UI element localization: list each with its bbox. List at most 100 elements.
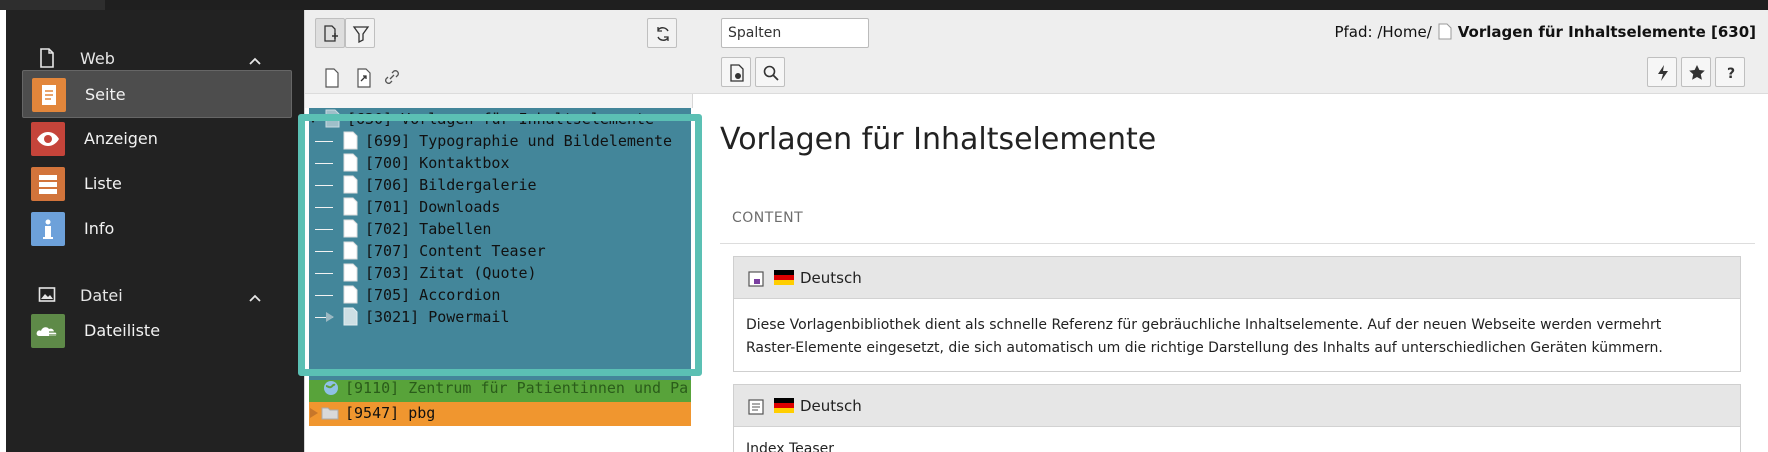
tree-line: [315, 141, 333, 142]
page-icon: [343, 153, 358, 172]
module-item-label: Anzeigen: [84, 129, 158, 148]
tree-node[interactable]: [705] Accordion: [305, 284, 694, 308]
page-icon: [343, 175, 358, 194]
refresh-button[interactable]: [647, 18, 677, 48]
tree-node-label: [9547] pbg: [345, 404, 436, 422]
tree-node[interactable]: [706] Bildergalerie: [305, 174, 694, 198]
language-label: Deutsch: [800, 397, 862, 415]
filter-button[interactable]: [345, 18, 375, 48]
tree-node: [9547] pbg: [309, 402, 689, 426]
page-icon: [343, 197, 358, 216]
top-bar: [0, 0, 1768, 10]
tree-node-label: [9110] Zentrum für Patientinnen und Pa: [345, 379, 687, 397]
tree-toolbar: [305, 10, 694, 94]
search-button[interactable]: [755, 57, 785, 87]
folder-icon: [321, 406, 339, 425]
breadcrumb-current[interactable]: Vorlagen für Inhaltselemente [630]: [1458, 23, 1756, 41]
module-item-seite[interactable]: Seite: [22, 70, 292, 118]
expand-arrow-icon[interactable]: [309, 405, 319, 423]
tree-line: [315, 207, 333, 208]
module-item-anzeigen[interactable]: Anzeigen: [22, 115, 292, 163]
svg-text:?: ?: [1727, 66, 1735, 82]
expand-arrow-icon[interactable]: [325, 309, 335, 327]
tree-node-label: [701] Downloads: [365, 198, 501, 216]
tree-line: [315, 295, 333, 296]
tree-node[interactable]: [707] Content Teaser: [305, 240, 694, 264]
tree-node[interactable]: [703] Zitat (Quote): [305, 262, 694, 286]
tree-node-label: [707] Content Teaser: [365, 242, 546, 260]
tree-node-label: [3021] Powermail: [365, 308, 510, 326]
tree-node-orange[interactable]: [9547] pbg: [309, 402, 691, 426]
tree-node-root[interactable]: [630] Vorlagen für Inhaltselemente: [305, 108, 694, 132]
tree-node-label: [705] Accordion: [365, 286, 501, 304]
german-flag-icon: [774, 270, 794, 285]
page-doktype-icon[interactable]: [317, 62, 341, 88]
german-flag-icon: [774, 398, 794, 413]
module-item-label: Liste: [84, 174, 122, 193]
page-tree: [630] Vorlagen für Inhaltselemente [699]…: [305, 108, 694, 452]
content-element-card[interactable]: Deutsch Diese Vorlagenbibliothek dient a…: [733, 256, 1741, 372]
page-icon: [343, 219, 358, 238]
module-item-label: Dateiliste: [84, 321, 161, 340]
section-divider: [720, 243, 1755, 244]
tree-node[interactable]: [701] Downloads: [305, 196, 694, 220]
tree-node[interactable]: [700] Kontaktbox: [305, 152, 694, 176]
tree-node-label: [702] Tabellen: [365, 220, 492, 238]
page-tree-panel: [630] Vorlagen für Inhaltselemente [699]…: [304, 10, 694, 452]
page-icon: [343, 131, 358, 150]
text-element-icon: [748, 399, 764, 415]
top-bar-left: [0, 0, 105, 10]
new-page-button[interactable]: [315, 18, 345, 48]
doc-header: Spalten Pfad: /Home/Vorlagen für Inhalts…: [693, 10, 1768, 94]
tree-node[interactable]: [702] Tabellen: [305, 218, 694, 242]
tree-node-label: [703] Zitat (Quote): [365, 264, 537, 282]
chevron-up-icon[interactable]: [248, 288, 262, 302]
content-element-icon: [748, 271, 764, 287]
tree-line: [315, 163, 333, 164]
module-item-label: Seite: [85, 85, 126, 104]
page-link-icon[interactable]: [349, 62, 373, 88]
image-icon: [38, 285, 56, 305]
tree-node: [9110] Zentrum für Patientinnen und Pa: [317, 377, 687, 401]
shortcut-button[interactable]: [1647, 57, 1677, 87]
filelist-icon: [31, 314, 65, 348]
card-body-line: Diese Vorlagenbibliothek dient als schne…: [746, 317, 1662, 333]
tree-line: [315, 185, 333, 186]
collapse-arrow-icon[interactable]: [307, 111, 319, 129]
module-item-info[interactable]: Info: [22, 205, 292, 253]
card-body: Diese Vorlagenbibliothek dient als schne…: [746, 314, 1726, 360]
card-header: Deutsch: [734, 385, 1740, 427]
chevron-up-icon[interactable]: [248, 51, 262, 65]
module-item-dateiliste[interactable]: Dateiliste: [22, 307, 292, 355]
section-label: CONTENT: [732, 210, 804, 226]
bookmark-button[interactable]: [1681, 57, 1711, 87]
module-menu: Web Seite Anzeigen Liste Info Datei Date…: [6, 10, 306, 452]
web-page-icon: [38, 48, 56, 68]
column-select[interactable]: Spalten: [721, 18, 869, 48]
help-button[interactable]: ?: [1715, 57, 1745, 87]
card-header: Deutsch: [734, 257, 1740, 299]
tree-node-label: [630] Vorlagen für Inhaltselemente: [347, 110, 655, 128]
link-icon[interactable]: [377, 62, 401, 86]
tree-node[interactable]: [3021] Powermail: [305, 306, 694, 330]
content-element-card[interactable]: Deutsch Index Teaser: [733, 384, 1741, 452]
page-icon: [1438, 23, 1452, 40]
page-module-icon: [32, 78, 66, 112]
tree-line: [315, 229, 333, 230]
info-icon: [31, 212, 65, 246]
breadcrumb-prefix: Pfad: /Home/: [1334, 23, 1432, 41]
card-body-line: Raster-Elemente eingesetzt, die sich aut…: [746, 340, 1663, 356]
tree-node[interactable]: [699] Typographie und Bildelemente: [305, 130, 694, 154]
module-item-label: Info: [84, 219, 115, 238]
tree-line: [315, 273, 333, 274]
list-icon: [31, 167, 65, 201]
page-icon: [343, 307, 358, 326]
view-page-button[interactable]: [721, 57, 751, 87]
language-label: Deutsch: [800, 269, 862, 287]
tree-node-label: [700] Kontaktbox: [365, 154, 510, 172]
page-icon: [343, 285, 358, 304]
module-item-liste[interactable]: Liste: [22, 160, 292, 208]
page-icon: [325, 109, 340, 128]
tree-node-green[interactable]: [9110] Zentrum für Patientinnen und Pa: [309, 377, 691, 402]
module-group-label: Web: [80, 49, 115, 68]
